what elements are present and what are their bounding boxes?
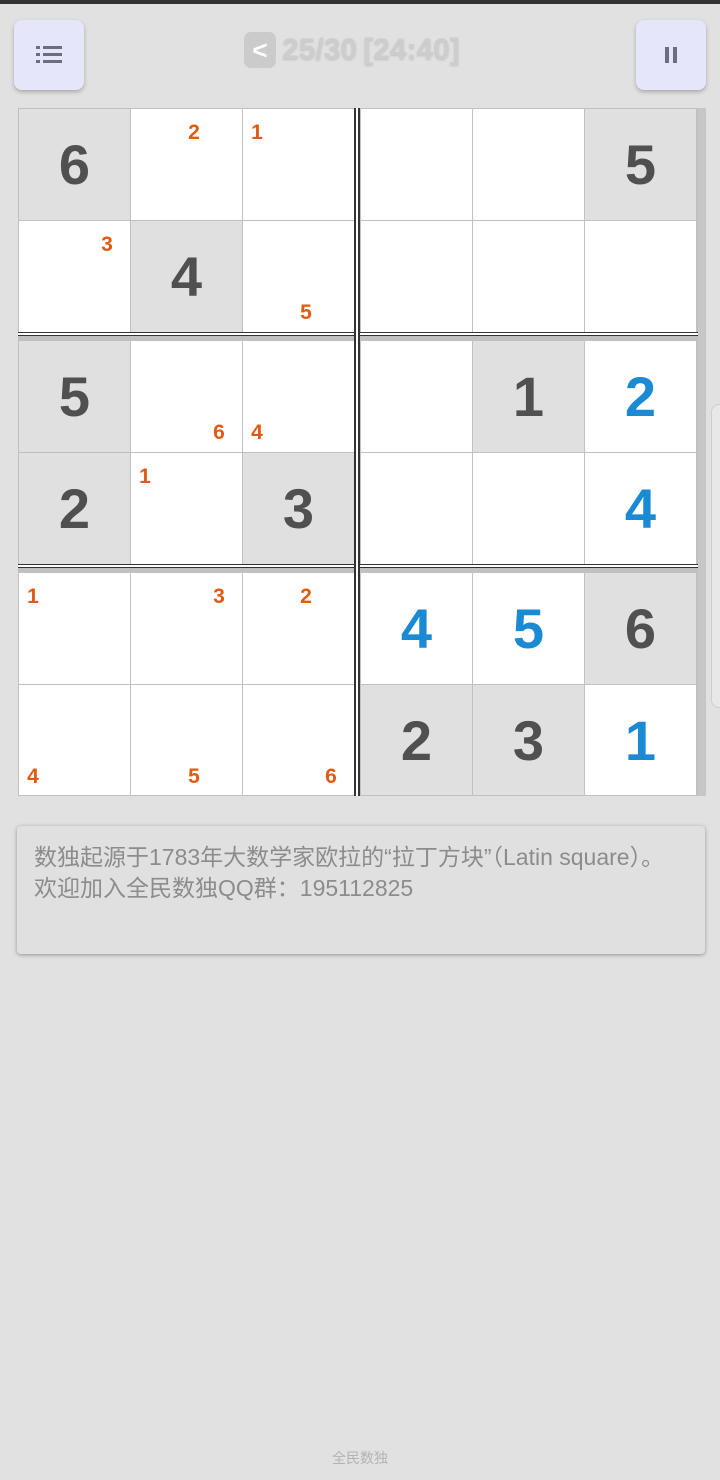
pause-button[interactable]: [636, 20, 706, 90]
board-cell[interactable]: 3: [243, 453, 354, 564]
board-cell[interactable]: 5: [473, 573, 584, 684]
list-icon: [36, 45, 62, 65]
board-cell[interactable]: 6: [19, 109, 130, 220]
board-cell[interactable]: 2: [243, 573, 354, 684]
board-cell[interactable]: [473, 109, 584, 220]
board-cell[interactable]: [473, 221, 584, 332]
entered-digit: 4: [400, 597, 433, 660]
menu-button[interactable]: [14, 20, 84, 90]
board-cell[interactable]: 1: [585, 685, 696, 795]
board-cell[interactable]: 5: [19, 341, 130, 452]
entered-digit: 2: [624, 365, 657, 428]
top-status-line: [0, 0, 720, 4]
board-cell[interactable]: 2: [131, 109, 242, 220]
board-cell[interactable]: 4: [131, 221, 242, 332]
entered-digit: 5: [512, 597, 545, 660]
region-divider-row: [18, 332, 706, 336]
board-right-edge: [698, 108, 706, 796]
pencil-note: 6: [325, 765, 337, 788]
timer: [24:40]: [363, 33, 460, 66]
sudoku-board: 6 2 1 5 3 4 5 5 6 4 1 2 2 1 3 4 1 3 2 4 5 6 4 5 6 2 3 1: [18, 108, 706, 796]
board-cell[interactable]: [361, 453, 472, 564]
board-cell[interactable]: 1: [19, 573, 130, 684]
board-cell[interactable]: [361, 109, 472, 220]
board-cell[interactable]: 2: [19, 453, 130, 564]
given-digit: 2: [400, 708, 433, 772]
board-cell[interactable]: 6: [243, 685, 354, 795]
pencil-note: 1: [251, 121, 263, 144]
given-digit: 5: [58, 365, 91, 428]
pencil-note: 1: [27, 585, 39, 608]
app-name-footer: 全民数独: [332, 1450, 388, 1466]
region-divider-column: [354, 108, 360, 796]
given-digit: 3: [282, 477, 315, 540]
board-cell[interactable]: 3: [19, 221, 130, 332]
info-origin-text: 数独起源于1783年大数学家欧拉的“拉丁方块”（Latin square）。: [34, 844, 665, 870]
puzzle-header: < 25/30 [24:40]: [244, 32, 460, 68]
info-panel: 数独起源于1783年大数学家欧拉的“拉丁方块”（Latin square）。 欢…: [17, 826, 705, 954]
board-cell[interactable]: 2: [361, 685, 472, 795]
given-digit: 2: [58, 477, 91, 540]
back-button[interactable]: <: [244, 32, 276, 68]
board-cell[interactable]: 4: [585, 453, 696, 564]
entered-digit: 1: [624, 708, 657, 772]
board-cell[interactable]: 6: [585, 573, 696, 684]
board-cell[interactable]: 1: [131, 453, 242, 564]
pencil-note: 1: [139, 465, 151, 488]
pencil-note: 3: [101, 233, 113, 256]
pencil-note: 3: [213, 585, 225, 608]
given-digit: 3: [512, 708, 545, 772]
board-cell[interactable]: 6: [131, 341, 242, 452]
board-cell[interactable]: 3: [473, 685, 584, 795]
pencil-note: 5: [188, 765, 200, 788]
given-digit: 4: [170, 245, 203, 308]
pencil-note: 5: [300, 301, 312, 324]
progress-counter: 25/30: [282, 33, 358, 66]
region-divider-row: [18, 564, 706, 568]
pencil-note: 4: [27, 765, 39, 788]
board-cell[interactable]: [473, 453, 584, 564]
given-digit: 5: [624, 133, 657, 196]
pencil-note: 4: [251, 421, 263, 444]
info-qq-group-text: 欢迎加入全民数独QQ群：195112825: [34, 875, 414, 901]
board-cell[interactable]: 4: [361, 573, 472, 684]
given-digit: 6: [624, 597, 657, 660]
pencil-note: 2: [188, 121, 200, 144]
given-digit: 1: [512, 365, 545, 428]
board-cell[interactable]: 5: [585, 109, 696, 220]
board-cell[interactable]: [361, 341, 472, 452]
board-cell[interactable]: [585, 221, 696, 332]
given-digit: 6: [58, 133, 91, 196]
pencil-note: 2: [300, 585, 312, 608]
board-cell[interactable]: 5: [131, 685, 242, 795]
pencil-note: 6: [213, 421, 225, 444]
board-cell[interactable]: 1: [473, 341, 584, 452]
board-cell[interactable]: [361, 221, 472, 332]
board-cell[interactable]: 1: [243, 109, 354, 220]
board-cell[interactable]: 3: [131, 573, 242, 684]
board-cell[interactable]: 4: [243, 341, 354, 452]
side-drawer-handle[interactable]: [711, 404, 720, 708]
board-cell[interactable]: 2: [585, 341, 696, 452]
pause-icon: [665, 47, 677, 63]
board-cell[interactable]: 5: [243, 221, 354, 332]
board-cell[interactable]: 4: [19, 685, 130, 795]
entered-digit: 4: [624, 477, 657, 540]
